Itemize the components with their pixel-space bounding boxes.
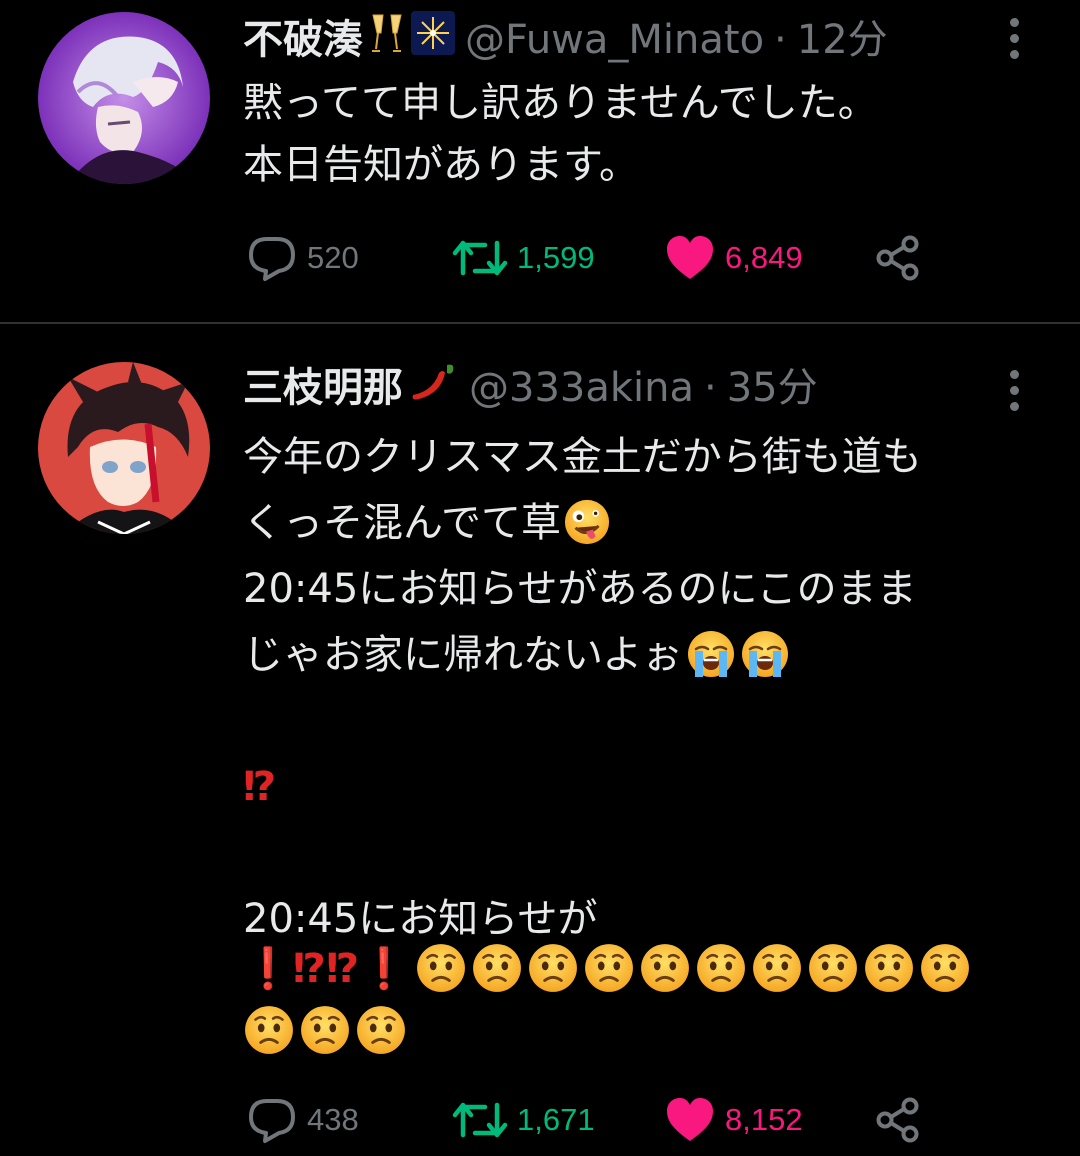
tweet-card[interactable]: 不破湊 @Fuwa_Minato · 12分 黙ってて申し訳ありませんでした。 …: [0, 0, 1080, 322]
avatar[interactable]: [38, 362, 210, 534]
tweet-text-line: ❗⁉⁉❗: [243, 945, 409, 992]
tweet-header: 三枝明那 @333akina · 35分: [243, 360, 818, 416]
timestamp[interactable]: 35分: [727, 360, 818, 416]
retweet-count: 1,599: [517, 240, 595, 275]
worried-face-icon: [415, 942, 467, 994]
worried-face-icon: [807, 942, 859, 994]
action-bar: 520 1,599 6,849: [245, 228, 945, 288]
worried-faces: [415, 942, 975, 994]
tweet-text-line: 20:45にお知らせがあるのにこのまま: [243, 566, 917, 612]
tweet-text-line: 今年のクリスマス金土だから街も道も: [243, 434, 922, 480]
worried-face-icon: [527, 942, 579, 994]
worried-face-icon: [471, 942, 523, 994]
heart-icon: [667, 1098, 713, 1141]
tweet-header: 不破湊 @Fuwa_Minato · 12分: [243, 10, 888, 70]
like-count: 8,152: [725, 1102, 803, 1137]
emoji-row: ❗⁉⁉❗: [243, 938, 975, 998]
worried-face-icon: [919, 942, 971, 994]
tweet-text-line: 本日告知があります。: [243, 142, 639, 188]
avatar[interactable]: [38, 12, 210, 184]
fireworks-icon: [411, 10, 455, 70]
tweet-text: 今年のクリスマス金土だから街も道もくっそ混んでて草 20:45にお知らせがあるのに…: [243, 424, 922, 952]
retweet-button[interactable]: 1,599: [451, 228, 595, 288]
worried-face-icon: [695, 942, 747, 994]
separator: ·: [704, 365, 717, 411]
reply-count: 520: [307, 240, 359, 275]
tweet-text-line: 黙ってて申し訳ありませんでした。: [243, 80, 878, 126]
tweet-text-line: ​: [243, 688, 922, 754]
retweet-count: 1,671: [517, 1102, 595, 1137]
share-icon: [876, 1097, 919, 1143]
retweet-button[interactable]: 1,671: [451, 1090, 595, 1150]
worried-face-icon: [863, 942, 915, 994]
reply-button[interactable]: 520: [245, 228, 359, 288]
tweet-text: 黙ってて申し訳ありませんでした。 本日告知があります。: [243, 72, 878, 196]
zany-face-icon: [563, 498, 611, 546]
retweet-icon: [452, 1102, 508, 1138]
reply-button[interactable]: 438: [245, 1090, 359, 1150]
tweet-text-line: じゃお家に帰れないよぉ: [243, 622, 922, 688]
loudly-crying-face-icon: [740, 629, 790, 679]
like-count: 6,849: [725, 240, 803, 275]
share-button[interactable]: [873, 1090, 923, 1150]
worried-face-icon: [243, 1004, 295, 1056]
retweet-icon: [452, 240, 508, 276]
like-button[interactable]: 6,849: [663, 228, 803, 288]
tweet-text-line: くっそ混んでて草: [243, 490, 922, 556]
loudly-crying-face-icon: [686, 629, 736, 679]
share-icon: [876, 235, 919, 281]
worried-face-icon: [751, 942, 803, 994]
worried-face-icon: [355, 1004, 407, 1056]
more-options-icon[interactable]: [1000, 12, 1030, 72]
reply-icon: [249, 1099, 295, 1143]
handle[interactable]: @Fuwa_Minato: [465, 12, 764, 68]
hot-pepper-icon: [407, 359, 459, 418]
share-button[interactable]: [873, 228, 923, 288]
tweet-text-line: ⁉: [243, 764, 277, 810]
worried-face-icon: [299, 1004, 351, 1056]
worried-face-icon: [639, 942, 691, 994]
more-options-icon[interactable]: [1000, 364, 1030, 424]
like-button[interactable]: 8,152: [663, 1090, 803, 1150]
reply-count: 438: [307, 1102, 359, 1137]
timestamp[interactable]: 12分: [797, 12, 888, 68]
worried-faces: [243, 1002, 411, 1058]
display-name[interactable]: 三枝明那: [243, 360, 403, 416]
action-bar: 438 1,671 8,152: [245, 1090, 945, 1150]
reply-icon: [249, 237, 295, 281]
heart-icon: [667, 236, 713, 279]
handle[interactable]: @333akina: [469, 360, 694, 416]
worried-face-icon: [583, 942, 635, 994]
display-name[interactable]: 不破湊: [243, 12, 363, 68]
tweet-text-line: ​: [243, 820, 922, 886]
tweet-card[interactable]: 三枝明那 @333akina · 35分 今年のクリスマス金土だから街も道もくっ…: [0, 324, 1080, 1156]
champagne-glasses-icon: [367, 11, 407, 70]
separator: ·: [774, 17, 787, 63]
